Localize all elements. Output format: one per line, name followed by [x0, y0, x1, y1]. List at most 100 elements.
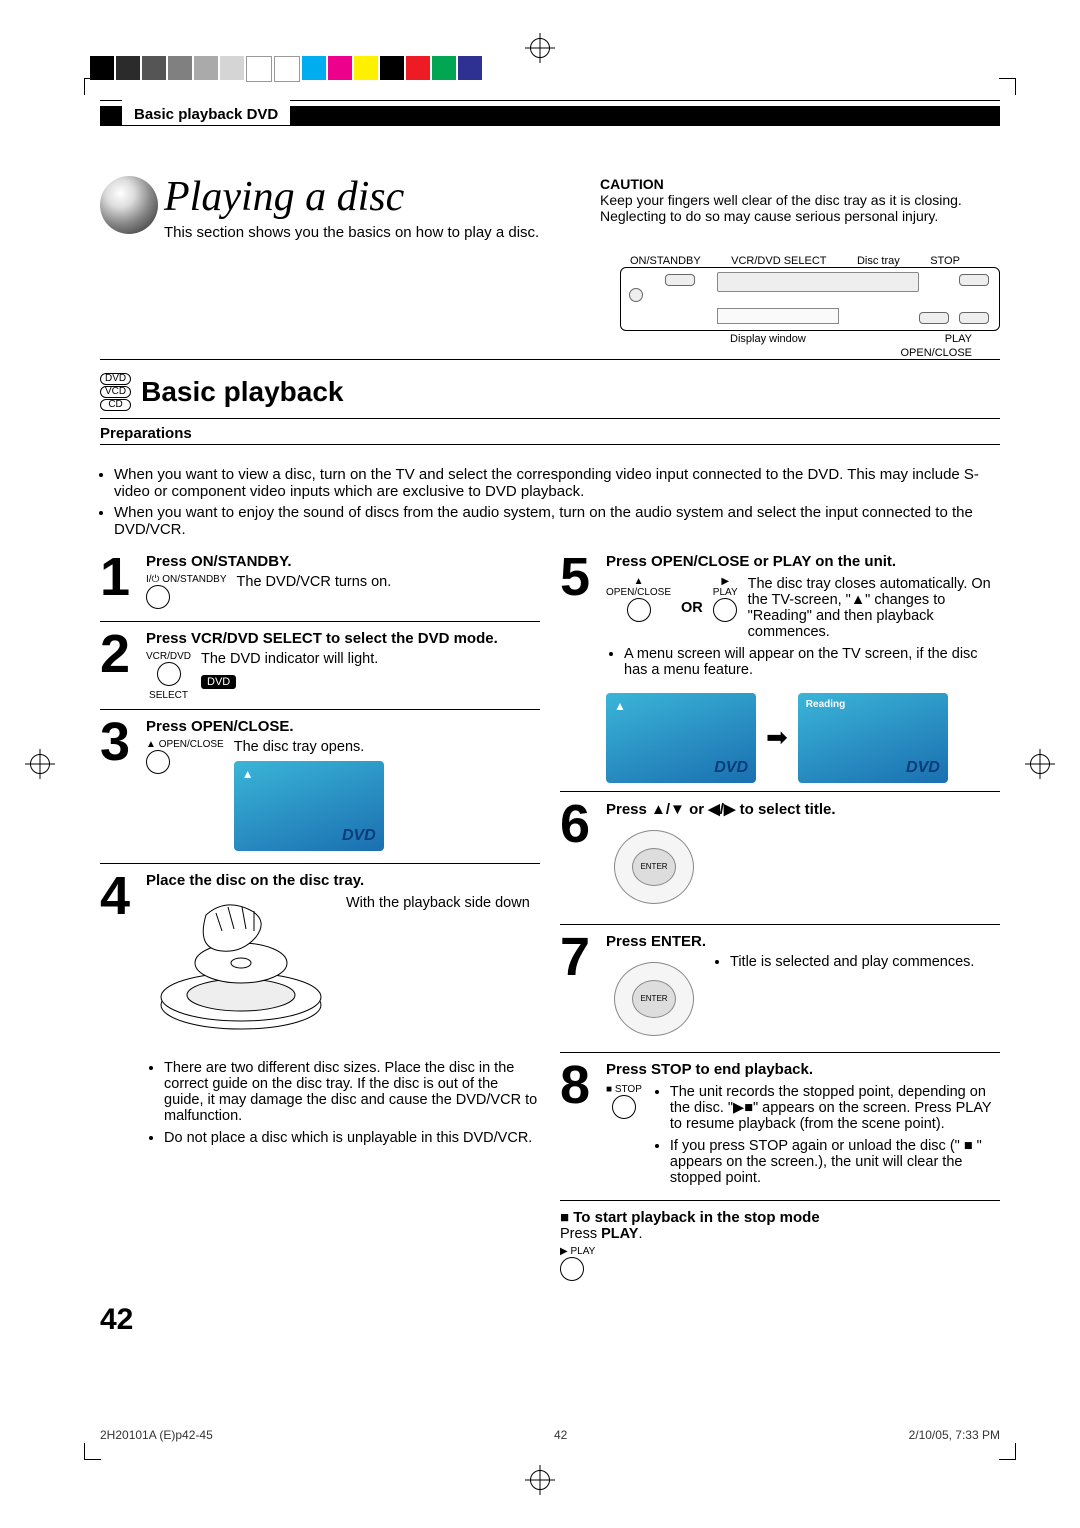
step-body: The DVD/VCR turns on.	[237, 574, 392, 590]
step-body: The DVD indicator will light.	[201, 651, 378, 667]
step-heading: Press STOP to end playback.	[606, 1061, 1000, 1078]
restart-playback-section: ■ To start playback in the stop mode Pre…	[560, 1209, 1000, 1285]
step-heading: Press OPEN/CLOSE.	[146, 718, 540, 735]
device-front-panel-diagram: ON/STANDBY VCR/DVD SELECT Disc tray STOP…	[620, 255, 1000, 359]
diagram-label: Disc tray	[857, 255, 900, 267]
list-item: When you want to enjoy the sound of disc…	[114, 504, 1000, 538]
steps-column-left: 1 Press ON/STANDBY. I/⏻ ON/STANDBY The D…	[100, 553, 540, 1285]
crop-mark	[999, 1443, 1016, 1460]
step-number: 5	[560, 553, 606, 602]
section-tab: Basic playback DVD	[122, 100, 290, 125]
step-7: 7 Press ENTER. ENTER Title is selected a…	[560, 933, 1000, 1044]
button-label: ON/STANDBY	[162, 574, 226, 585]
button-label: SELECT	[146, 690, 191, 701]
on-standby-button-icon	[146, 585, 170, 609]
crop-mark	[84, 78, 101, 95]
diagram-label: ON/STANDBY	[630, 255, 701, 267]
step-heading: Press ENTER.	[606, 933, 1000, 950]
preparations-list: When you want to view a disc, turn on th…	[100, 460, 1000, 538]
list-item: Do not place a disc which is unplayable …	[164, 1130, 540, 1146]
step-number: 8	[560, 1061, 606, 1110]
list-item: If you press STOP again or unload the di…	[670, 1138, 1000, 1186]
dvd-indicator-badge: DVD	[201, 675, 236, 689]
preparations-heading: Preparations	[100, 419, 1000, 445]
registration-mark-right	[1030, 754, 1050, 774]
step-6: 6 Press ▲/▼ or ◀/▶ to select title. ENTE…	[560, 800, 1000, 916]
step-8: 8 Press STOP to end playback. ■ STOP The…	[560, 1061, 1000, 1192]
button-label: OPEN/CLOSE	[606, 587, 671, 598]
button-label: OPEN/CLOSE	[159, 739, 224, 750]
enter-button-label: ENTER	[632, 848, 676, 886]
registration-mark-bottom	[530, 1470, 550, 1490]
open-close-button-icon	[627, 598, 651, 622]
page-number: 42	[100, 1303, 1000, 1337]
crop-mark	[84, 1443, 101, 1460]
or-label: OR	[681, 600, 703, 616]
diagram-label: STOP	[930, 255, 960, 267]
footer-filename: 2H20101A (E)p42-45	[100, 1428, 213, 1442]
dvd-icon: DVD	[100, 373, 131, 385]
step-body: With the playback side down	[346, 895, 530, 911]
step-number: 1	[100, 553, 146, 602]
step-number: 7	[560, 933, 606, 982]
remote-dpad-illustration: ENTER	[606, 954, 702, 1044]
step-number: 4	[100, 872, 146, 921]
steps-column-right: 5 Press OPEN/CLOSE or PLAY on the unit. …	[560, 553, 1000, 1285]
tv-screen-mock: ▲DVD	[234, 761, 384, 851]
step-heading: Press OPEN/CLOSE or PLAY on the unit.	[606, 553, 1000, 570]
tv-screen-mock: Reading DVD	[798, 693, 948, 783]
step-notes: There are two different disc sizes. Plac…	[146, 1060, 540, 1146]
button-label: VCR/DVD	[146, 651, 191, 662]
open-close-button-icon	[146, 750, 170, 774]
list-item: There are two different disc sizes. Plac…	[164, 1060, 540, 1124]
page-title: Playing a disc	[164, 176, 539, 218]
list-item: The unit records the stopped point, depe…	[670, 1084, 1000, 1132]
button-label: PLAY	[713, 587, 738, 598]
step-body: A menu screen will appear on the TV scre…	[624, 646, 1000, 678]
section-title: Basic playback	[141, 376, 343, 408]
media-type-icons: DVD VCD CD	[100, 372, 131, 412]
tv-screen-mock: ▲DVD	[606, 693, 756, 783]
step-2: 2 Press VCR/DVD SELECT to select the DVD…	[100, 630, 540, 701]
step-heading: Place the disc on the disc tray.	[146, 872, 540, 889]
crop-mark	[999, 78, 1016, 95]
reading-label: Reading	[806, 699, 845, 710]
button-label: STOP	[615, 1084, 642, 1095]
title-sphere-icon	[100, 176, 158, 234]
caution-box: CAUTION Keep your fingers well clear of …	[600, 176, 1000, 224]
remote-dpad-illustration: ENTER	[606, 822, 702, 912]
list-item: When you want to view a disc, turn on th…	[114, 466, 1000, 500]
step-body: The disc tray closes automatically. On t…	[748, 576, 1000, 640]
diagram-label: VCR/DVD SELECT	[731, 255, 826, 267]
diagram-label: OPEN/CLOSE	[900, 347, 972, 359]
enter-button-label: ENTER	[632, 980, 676, 1018]
caution-heading: CAUTION	[600, 176, 1000, 192]
color-calibration-bar	[90, 56, 484, 80]
step-body: The disc tray opens.	[234, 739, 384, 755]
vcd-icon: VCD	[100, 386, 131, 398]
step-body: Press PLAY.	[560, 1226, 1000, 1242]
diagram-label: Display window	[730, 333, 806, 345]
step-5: 5 Press OPEN/CLOSE or PLAY on the unit. …	[560, 553, 1000, 783]
step-4: 4 Place the disc on the disc tray.	[100, 872, 540, 1160]
subsection-heading: ■ To start playback in the stop mode	[560, 1209, 1000, 1226]
step-number: 6	[560, 800, 606, 849]
caution-text: Keep your fingers well clear of the disc…	[600, 192, 1000, 224]
step-heading: Press ON/STANDBY.	[146, 553, 540, 570]
cd-icon: CD	[100, 399, 131, 411]
play-button-icon	[560, 1257, 584, 1281]
diagram-label: PLAY	[945, 333, 972, 345]
step-3: 3 Press OPEN/CLOSE. ▲ OPEN/CLOSE The dis…	[100, 718, 540, 855]
registration-mark-top	[530, 38, 550, 58]
step-heading: Press ▲/▼ or ◀/▶ to select title.	[606, 800, 1000, 818]
footer-datetime: 2/10/05, 7:33 PM	[909, 1428, 1000, 1442]
page-subtitle: This section shows you the basics on how…	[164, 224, 539, 241]
step-number: 3	[100, 718, 146, 767]
step-1: 1 Press ON/STANDBY. I/⏻ ON/STANDBY The D…	[100, 553, 540, 613]
print-footer: 2H20101A (E)p42-45 42 2/10/05, 7:33 PM	[100, 1428, 1000, 1442]
manual-page: Basic playback DVD Playing a disc This s…	[0, 0, 1080, 1528]
play-button-icon	[713, 598, 737, 622]
button-label: PLAY	[570, 1246, 595, 1257]
vcr-dvd-select-button-icon	[157, 662, 181, 686]
step-body: Title is selected and play commences.	[730, 954, 974, 970]
